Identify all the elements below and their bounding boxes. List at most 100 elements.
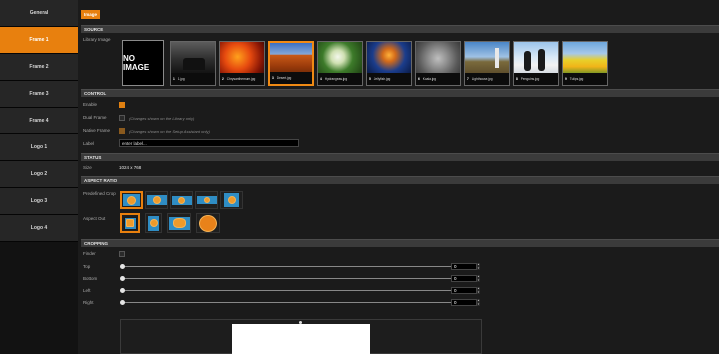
size-label: Size — [83, 165, 92, 170]
thumb-image — [367, 42, 411, 75]
crop-preview-handle[interactable] — [299, 321, 302, 324]
crop-right-spinner[interactable]: ▴ ▾ — [477, 298, 480, 306]
thumb-image — [171, 42, 215, 75]
crop-right-value[interactable]: 0 — [451, 299, 477, 306]
crop-preview-area — [120, 319, 482, 354]
status-section-header: STATUS — [81, 153, 719, 161]
predefined-crop-option[interactable] — [145, 191, 168, 209]
thumb-number: 7 — [467, 77, 469, 81]
predefined-crop-option[interactable] — [170, 191, 193, 209]
main-panel: Image SOURCE Library Image NO IMAGE 1 1.j… — [79, 0, 719, 354]
library-thumb[interactable]: 2 Chrysanthemum.jpg — [219, 41, 265, 86]
native-frame-label: Native Frame — [83, 128, 111, 133]
predefined-crop-option[interactable] — [120, 191, 143, 209]
tab-image[interactable]: Image — [81, 10, 101, 19]
library-thumb[interactable]: 7 Lighthouse.jpg — [464, 41, 510, 86]
thumb-number: 1 — [173, 77, 175, 81]
aspect-out-option[interactable] — [196, 213, 220, 233]
thumb-number: 3 — [272, 76, 274, 80]
no-image-tile[interactable]: NO IMAGE — [122, 40, 164, 86]
dual-frame-label: Dual Frame — [83, 115, 107, 120]
crop-right-slider[interactable] — [122, 302, 452, 303]
library-image-label: Library Image — [83, 37, 111, 42]
label-field-label: Label — [83, 141, 95, 146]
aspect-ratio-section-header: ASPECT RATIO — [81, 176, 719, 184]
thumb-number: 5 — [369, 77, 371, 81]
aspect-out-option[interactable] — [120, 213, 140, 233]
finder-label: Finder — [83, 251, 96, 256]
enable-label: Enable — [83, 102, 98, 107]
crop-left-spinner[interactable]: ▴ ▾ — [477, 286, 480, 294]
crop-preview-image — [232, 324, 370, 354]
thumb-filename: Chrysanthemum.jpg — [226, 77, 256, 81]
library-thumb[interactable]: 5 Jellyfish.jpg — [366, 41, 412, 86]
thumb-filename: Lighthouse.jpg — [471, 77, 493, 81]
crop-top-value[interactable]: 0 — [451, 263, 477, 270]
sidebar-item-frame-2[interactable]: Frame 2 — [0, 53, 78, 81]
thumb-number: 4 — [320, 77, 322, 81]
sidebar-item-general[interactable]: General — [0, 0, 78, 27]
library-thumb[interactable]: 6 Koala.jpg — [415, 41, 461, 86]
source-section-header: SOURCE — [81, 25, 719, 33]
crop-top-label: Top — [83, 264, 91, 269]
aspect-out-option[interactable] — [145, 213, 162, 233]
thumb-filename: Jellyfish.jpg — [373, 77, 391, 81]
library-thumb[interactable]: 1 1.jpg — [170, 41, 216, 86]
thumb-image — [416, 42, 460, 75]
sidebar-item-logo-4[interactable]: Logo 4 — [0, 215, 78, 243]
sidebar-item-logo-2[interactable]: Logo 2 — [0, 161, 78, 189]
native-frame-hint: (Changes shown on the Setup Assistant on… — [129, 129, 210, 134]
size-value: 1024 x 768 — [119, 165, 142, 170]
crop-bottom-value[interactable]: 0 — [451, 275, 477, 282]
crop-left-slider-knob[interactable] — [120, 288, 125, 293]
library-thumb[interactable]: 3 Desert.jpg — [268, 41, 314, 86]
crop-top-spinner[interactable]: ▴ ▾ — [477, 262, 480, 270]
library-thumb[interactable]: 8 Penguins.jpg — [513, 41, 559, 86]
thumb-number: 8 — [516, 77, 518, 81]
cropping-section-header: CROPPING — [81, 239, 719, 247]
thumb-number: 2 — [222, 77, 224, 81]
crop-top-slider-knob[interactable] — [120, 264, 125, 269]
thumb-image — [220, 42, 264, 75]
aspect-out-label: Aspect Out — [83, 216, 106, 221]
crop-right-slider-knob[interactable] — [120, 300, 125, 305]
crop-top-slider[interactable] — [122, 266, 452, 267]
sidebar-item-frame-4[interactable]: Frame 4 — [0, 107, 78, 135]
sidebar-item-logo-3[interactable]: Logo 3 — [0, 188, 78, 216]
aspect-out-option[interactable] — [167, 213, 191, 233]
predefined-crop-option[interactable] — [195, 191, 218, 209]
crop-bottom-label: Bottom — [83, 276, 98, 281]
thumb-image — [563, 42, 607, 75]
crop-bottom-spinner[interactable]: ▴ ▾ — [477, 274, 480, 282]
thumb-number: 6 — [418, 77, 420, 81]
control-section-header: CONTROL — [81, 89, 719, 97]
thumb-filename: Tulips.jpg — [569, 77, 584, 81]
crop-bottom-slider-knob[interactable] — [120, 276, 125, 281]
label-input[interactable] — [119, 139, 299, 147]
crop-right-label: Right — [83, 300, 94, 305]
enable-checkbox[interactable] — [119, 102, 125, 108]
thumb-number: 9 — [565, 77, 567, 81]
thumb-filename: Penguins.jpg — [520, 77, 540, 81]
predefined-crop-option[interactable] — [220, 191, 243, 209]
library-thumb[interactable]: 9 Tulips.jpg — [562, 41, 608, 86]
thumb-image — [514, 42, 558, 75]
sidebar-item-logo-1[interactable]: Logo 1 — [0, 134, 78, 162]
dual-frame-checkbox[interactable] — [119, 115, 125, 121]
finder-checkbox[interactable] — [119, 251, 125, 257]
sidebar-item-frame-1[interactable]: Frame 1 — [0, 26, 78, 54]
native-frame-checkbox[interactable] — [119, 128, 125, 134]
thumb-filename: Desert.jpg — [276, 76, 292, 80]
sidebar-item-frame-3[interactable]: Frame 3 — [0, 80, 78, 108]
crop-left-label: Left — [83, 288, 91, 293]
crop-bottom-slider[interactable] — [122, 278, 452, 279]
sidebar: General Frame 1 Frame 2 Frame 3 Frame 4 … — [0, 0, 78, 354]
thumb-filename: 1.jpg — [177, 77, 185, 81]
library-thumb[interactable]: 4 Hydrangeas.jpg — [317, 41, 363, 86]
crop-left-slider[interactable] — [122, 290, 452, 291]
crop-left-value[interactable]: 0 — [451, 287, 477, 294]
thumb-image — [465, 42, 509, 75]
dual-frame-hint: (Changes shown on the Library only) — [129, 116, 195, 121]
thumb-filename: Koala.jpg — [422, 77, 437, 81]
thumb-image — [318, 42, 362, 75]
